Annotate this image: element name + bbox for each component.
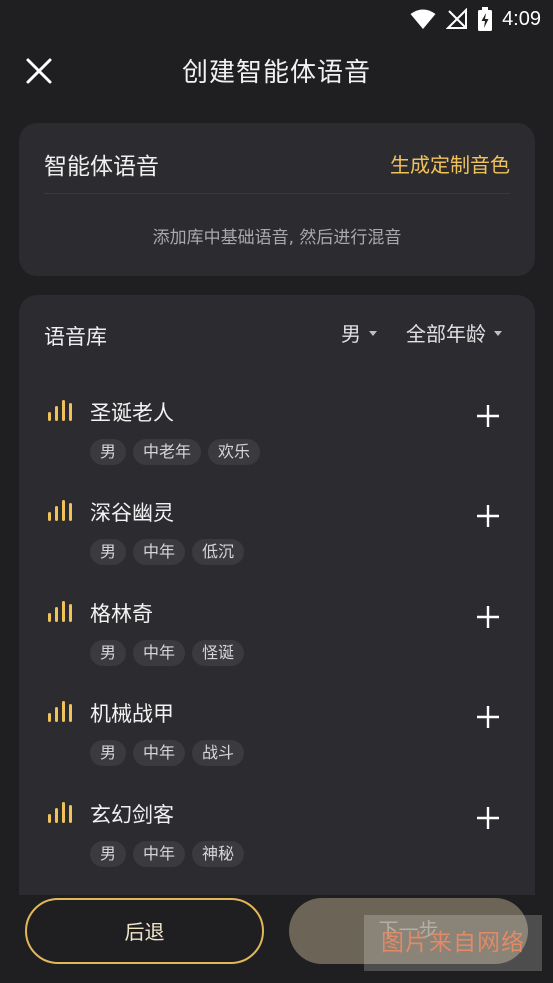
tag-gender: 男 (90, 539, 127, 565)
voice-name: 机械战甲 (90, 702, 174, 726)
voice-tags: 男 中年 怪诞 (90, 640, 245, 666)
voice-list-item[interactable]: 圣诞老人 男 中老年 欢乐 (19, 377, 535, 473)
tag-gender: 男 (90, 439, 127, 465)
sound-wave-icon (48, 400, 72, 421)
tag-gender: 男 (90, 740, 127, 766)
voice-name: 深谷幽灵 (90, 501, 174, 525)
status-time: 4:09 (502, 7, 541, 30)
sound-wave-icon (48, 500, 72, 521)
voice-list-item[interactable]: 玄幻剑客 男 中年 神秘 (19, 779, 535, 875)
voice-tags: 男 中年 低沉 (90, 539, 245, 565)
voice-name: 圣诞老人 (90, 401, 174, 425)
tag-age: 中年 (133, 740, 186, 766)
add-icon[interactable] (476, 605, 500, 629)
header: 创建智能体语音 (0, 38, 553, 104)
battery-charging-icon (478, 7, 493, 31)
status-icons: 4:09 (410, 4, 541, 34)
tag-age: 中老年 (133, 439, 202, 465)
voice-list-item[interactable]: 机械战甲 男 中年 战斗 (19, 678, 535, 774)
voice-name: 玄幻剑客 (90, 803, 174, 827)
gender-filter-dropdown[interactable]: 男 (341, 318, 377, 347)
voice-list-item[interactable]: 深谷幽灵 男 中年 低沉 (19, 477, 535, 573)
voice-list-item[interactable]: 格林奇 男 中年 怪诞 (19, 578, 535, 674)
sound-wave-icon (48, 802, 72, 823)
tag-style: 战斗 (192, 740, 245, 766)
add-icon[interactable] (476, 705, 500, 729)
status-bar: 4:09 (0, 0, 553, 38)
sound-wave-icon (48, 601, 72, 622)
gender-filter-label: 男 (341, 322, 361, 346)
tag-style: 低沉 (192, 539, 245, 565)
add-icon[interactable] (476, 404, 500, 428)
divider (44, 193, 510, 194)
voice-tags: 男 中年 战斗 (90, 740, 245, 766)
tag-age: 中年 (133, 640, 186, 666)
voice-tags: 男 中老年 欢乐 (90, 439, 261, 465)
voice-library-title: 语音库 (44, 325, 107, 349)
voice-tags: 男 中年 神秘 (90, 841, 245, 867)
sound-wave-icon (48, 701, 72, 722)
voice-name: 格林奇 (90, 602, 153, 626)
age-filter-label: 全部年龄 (406, 322, 486, 346)
tag-style: 欢乐 (208, 439, 261, 465)
voice-library-card: 语音库 男 全部年龄 圣诞老人 男 中老年 欢乐 深谷幽灵 男 中年 低沉 格林… (19, 295, 535, 895)
tag-age: 中年 (133, 539, 186, 565)
tag-gender: 男 (90, 640, 127, 666)
add-icon[interactable] (476, 504, 500, 528)
tag-style: 怪诞 (192, 640, 245, 666)
add-icon[interactable] (476, 806, 500, 830)
tag-style: 神秘 (192, 841, 245, 867)
tag-age: 中年 (133, 841, 186, 867)
wifi-icon (410, 9, 436, 29)
back-button[interactable]: 后退 (25, 898, 264, 964)
caret-down-icon (494, 331, 502, 336)
age-filter-dropdown[interactable]: 全部年龄 (406, 318, 502, 347)
no-signal-icon (446, 8, 468, 29)
tag-gender: 男 (90, 841, 127, 867)
caret-down-icon (369, 331, 377, 336)
agent-voice-card: 智能体语音 生成定制音色 添加库中基础语音, 然后进行混音 (19, 123, 535, 276)
generate-custom-voice-link[interactable]: 生成定制音色 (390, 149, 510, 178)
agent-voice-title: 智能体语音 (44, 154, 159, 180)
page-title: 创建智能体语音 (181, 58, 371, 88)
watermark-label: 图片来自网络 (364, 915, 542, 971)
mix-hint-text: 添加库中基础语音, 然后进行混音 (152, 228, 402, 248)
